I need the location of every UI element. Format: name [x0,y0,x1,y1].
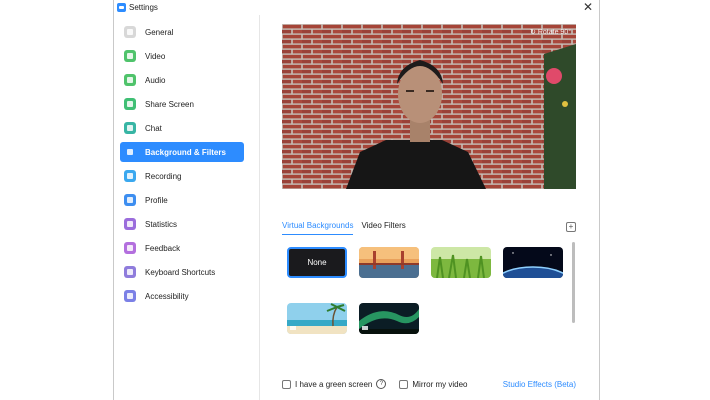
aurora-image [359,303,419,334]
sidebar-item-label: Profile [145,195,168,205]
person-background-icon [124,146,136,158]
background-thumb-earth[interactable] [503,247,563,278]
sidebar-item-keyboard-shortcuts[interactable]: Keyboard Shortcuts [120,262,244,282]
green-screen-label: I have a green screen [295,379,373,389]
sidebar-item-chat[interactable]: Chat [120,118,244,138]
sidebar-item-statistics[interactable]: Statistics [120,214,244,234]
background-options-footer: I have a green screen ? Mirror my video … [282,377,576,391]
background-none-label: None [307,258,327,267]
camera-preview: ↻ Rotate 90° [282,24,576,189]
sidebar-item-label: Video [145,51,166,61]
earth-from-space-image [503,247,563,278]
mirror-video-checkbox[interactable] [399,379,409,389]
sidebar-item-accessibility[interactable]: Accessibility [120,286,244,306]
sidebar-item-general[interactable]: General [120,22,244,42]
background-thumb-golden-gate[interactable] [359,247,419,278]
background-thumb-beach[interactable] [287,303,347,334]
golden-gate-image [359,247,419,278]
sidebar-item-background-filters[interactable]: Background & Filters [120,142,244,162]
add-background-button[interactable]: + [566,222,576,232]
share-screen-icon [124,98,136,110]
headphones-icon [124,74,136,86]
sidebar-item-label: Recording [145,171,182,181]
help-icon[interactable]: ? [376,379,387,389]
settings-sidebar: General Video Audio Share Screen Chat Ba… [114,15,260,400]
tab-virtual-backgrounds[interactable]: Virtual Backgrounds [282,221,354,235]
sidebar-item-label: Keyboard Shortcuts [145,267,216,277]
sidebar-item-profile[interactable]: Profile [120,190,244,210]
profile-icon [124,194,136,206]
close-button[interactable]: ✕ [583,1,593,13]
tab-video-filters[interactable]: Video Filters [361,221,405,235]
accessibility-icon [124,290,136,302]
sidebar-item-video[interactable]: Video [120,46,244,66]
sidebar-item-label: Background & Filters [145,147,226,157]
gear-icon [124,26,136,38]
title-bar: Settings ✕ [114,0,599,15]
window-title: Settings [129,3,158,12]
background-thumb-none[interactable]: None [287,247,347,278]
sidebar-item-label: Statistics [145,219,178,229]
sidebar-item-label: Feedback [145,243,181,253]
record-icon [124,170,136,182]
sidebar-item-label: Audio [145,75,166,85]
mirror-video-label: Mirror my video [412,379,468,389]
background-thumb-grass[interactable] [431,247,491,278]
rotate-90-button[interactable]: ↻ Rotate 90° [530,28,571,36]
zoom-app-icon [117,3,126,12]
sidebar-item-feedback[interactable]: Feedback [120,238,244,258]
video-camera-icon [124,50,136,62]
feedback-smiley-icon [124,242,136,254]
studio-effects-link[interactable]: Studio Effects (Beta) [503,380,576,389]
statistics-icon [124,218,136,230]
settings-window: Settings ✕ General Video Audio Share Scr… [113,0,600,400]
background-thumb-aurora[interactable] [359,303,419,334]
beach-image [287,303,347,334]
sidebar-item-share-screen[interactable]: Share Screen [120,94,244,114]
green-screen-checkbox[interactable] [282,379,291,389]
background-tabs: Virtual Backgrounds Video Filters [282,221,414,235]
sidebar-item-label: General [145,27,174,37]
sidebar-item-label: Accessibility [145,291,189,301]
sidebar-item-label: Chat [145,123,162,133]
keyboard-icon [124,266,136,278]
backgrounds-scrollbar[interactable] [572,242,575,323]
chat-bubble-icon [124,122,136,134]
background-filters-panel: ↻ Rotate 90° Virtual Backgrounds Video F… [260,15,599,400]
sidebar-item-label: Share Screen [145,99,194,109]
grass-image [431,247,491,278]
sidebar-item-recording[interactable]: Recording [120,166,244,186]
camera-preview-image [282,24,576,189]
sidebar-item-audio[interactable]: Audio [120,70,244,90]
